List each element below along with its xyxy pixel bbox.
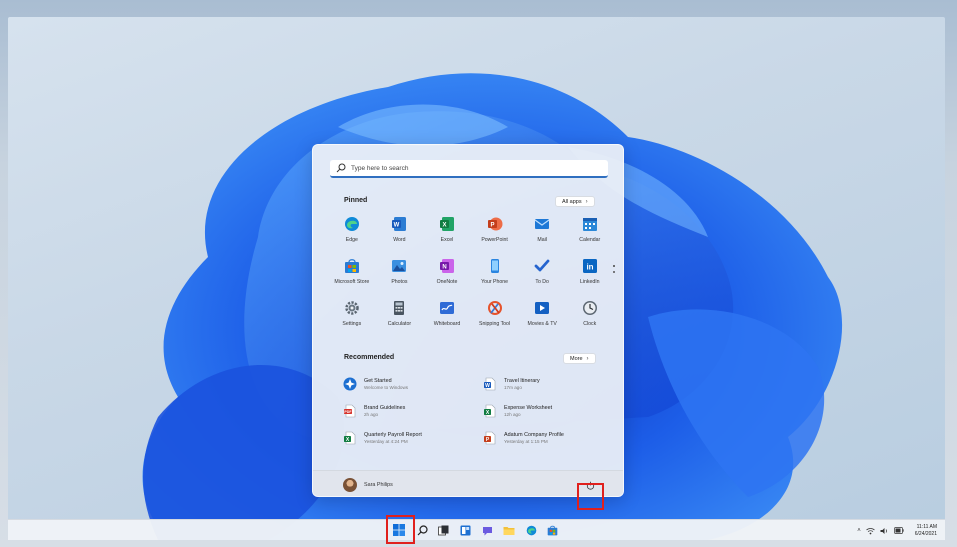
widgets-icon <box>460 525 470 535</box>
search-box[interactable] <box>330 160 608 178</box>
pinned-app-photos[interactable]: Photos <box>376 258 424 290</box>
pinned-app-edge[interactable]: Edge <box>328 216 376 248</box>
pinned-app-microsoft-store[interactable]: Microsoft Store <box>328 258 376 290</box>
more-button[interactable]: More › <box>563 353 596 364</box>
excel-doc-icon: X <box>484 404 496 418</box>
volume-icon[interactable] <box>880 527 889 535</box>
svg-text:N: N <box>442 265 446 271</box>
battery-icon[interactable] <box>893 527 904 534</box>
pinned-app-excel[interactable]: X Excel <box>423 216 471 248</box>
calendar-icon <box>582 218 597 231</box>
recommended-item[interactable]: P Adatum Company Profile Yesterday at 1:… <box>483 429 603 447</box>
task-view-icon <box>437 525 448 535</box>
svg-text:W: W <box>485 383 490 389</box>
chevron-right-icon: › <box>585 198 588 205</box>
mail-icon <box>534 219 550 229</box>
store-icon <box>547 525 557 535</box>
search-icon <box>417 524 428 535</box>
task-view-button[interactable] <box>436 523 450 537</box>
search-input[interactable] <box>351 164 591 172</box>
avatar <box>343 478 357 492</box>
word-doc-icon: W <box>484 377 496 391</box>
powerpoint-icon: P <box>487 217 503 231</box>
recommended-item[interactable]: Get Started Welcome to Windows <box>343 375 483 393</box>
svg-text:in: in <box>586 263 593 272</box>
wifi-icon[interactable] <box>865 527 875 535</box>
recommended-item[interactable]: PDF Brand Guidelines 2h ago <box>343 402 483 420</box>
pinned-app-whiteboard[interactable]: Whiteboard <box>423 300 471 332</box>
page-dot-2[interactable] <box>613 271 615 273</box>
excel-icon: X <box>439 217 454 231</box>
widgets-button[interactable] <box>458 523 472 537</box>
pinned-app-clock[interactable]: Clock <box>566 300 614 332</box>
edge-taskbar-button[interactable] <box>524 523 538 537</box>
settings-icon <box>345 301 359 315</box>
start-menu: Pinned All apps › Edge W Word X Excel P <box>312 144 624 497</box>
pinned-heading: Pinned <box>344 197 368 204</box>
file-explorer-icon <box>503 526 515 535</box>
pinned-app-snipping-tool[interactable]: Snipping Tool <box>471 300 519 332</box>
pinned-page-indicator[interactable] <box>613 265 615 277</box>
pinned-app-movies-tv[interactable]: Movies & TV <box>518 300 566 332</box>
chevron-right-icon: › <box>586 355 589 362</box>
pdf-icon: PDF <box>344 404 356 418</box>
recommended-heading: Recommended <box>344 354 395 361</box>
recommended-item[interactable]: X Quarterly Payroll Report Yesterday at … <box>343 429 483 447</box>
get-started-icon <box>343 377 357 391</box>
all-apps-button[interactable]: All apps › <box>555 196 595 207</box>
file-explorer-button[interactable] <box>502 523 516 537</box>
clock-date: 6/24/2021 <box>914 530 937 537</box>
svg-text:PDF: PDF <box>344 410 352 414</box>
linkedin-icon: in <box>582 259 597 273</box>
pinned-app-linkedin[interactable]: in LinkedIn <box>566 258 614 290</box>
chevron-up-icon[interactable]: ˄ <box>857 528 861 534</box>
user-name: Sara Philips <box>364 482 393 488</box>
pinned-app-mail[interactable]: Mail <box>518 216 566 248</box>
recommended-item[interactable]: W Travel Itinerary 17m ago <box>483 375 603 393</box>
clock[interactable]: 11:11 AM 6/24/2021 <box>915 524 937 537</box>
calculator-icon <box>394 301 405 315</box>
excel-doc-icon: X <box>344 431 356 445</box>
whiteboard-icon <box>439 302 454 314</box>
pinned-apps-grid: Edge W Word X Excel P PowerPoint Mail Ca… <box>328 216 614 332</box>
pinned-app-calculator[interactable]: Calculator <box>376 300 424 332</box>
clock-icon <box>582 301 597 315</box>
photos-icon <box>392 260 407 272</box>
recommended-item[interactable]: X Expense Worksheet 12h ago <box>483 402 603 420</box>
chat-button[interactable] <box>480 523 494 537</box>
highlight-box-start <box>386 515 415 544</box>
pinned-app-to-do[interactable]: To Do <box>518 258 566 290</box>
svg-text:W: W <box>394 223 400 229</box>
svg-text:X: X <box>442 223 446 229</box>
store-icon <box>344 259 359 273</box>
highlight-box-power <box>577 483 604 510</box>
snipping-icon <box>487 301 502 315</box>
all-apps-label: All apps <box>562 198 582 205</box>
movies-icon <box>535 302 550 314</box>
pinned-app-powerpoint[interactable]: P PowerPoint <box>471 216 519 248</box>
todo-icon <box>534 259 550 272</box>
more-label: More <box>570 355 583 362</box>
pinned-app-calendar[interactable]: Calendar <box>566 216 614 248</box>
powerpoint-doc-icon: P <box>484 431 496 445</box>
search-icon <box>336 163 346 173</box>
chat-icon <box>482 526 492 535</box>
recommended-list: Get Started Welcome to Windows W Travel … <box>343 375 603 447</box>
taskbar: ˄ 11:11 AM 6/24/2021 <box>8 519 945 540</box>
pinned-app-your-phone[interactable]: Your Phone <box>471 258 519 290</box>
system-tray: ˄ 11:11 AM 6/24/2021 <box>857 522 937 539</box>
onenote-icon: N <box>439 259 454 273</box>
phone-icon <box>490 259 499 273</box>
word-icon: W <box>392 217 407 231</box>
taskbar-search-button[interactable] <box>415 523 429 537</box>
svg-text:P: P <box>490 223 494 229</box>
pinned-app-onenote[interactable]: N OneNote <box>423 258 471 290</box>
pinned-app-settings[interactable]: Settings <box>328 300 376 332</box>
pinned-app-word[interactable]: W Word <box>376 216 424 248</box>
edge-icon <box>344 217 359 231</box>
store-taskbar-button[interactable] <box>545 523 559 537</box>
page-dot-1[interactable] <box>613 265 615 267</box>
edge-icon <box>526 525 536 535</box>
user-account-button[interactable]: Sara Philips <box>343 478 393 492</box>
